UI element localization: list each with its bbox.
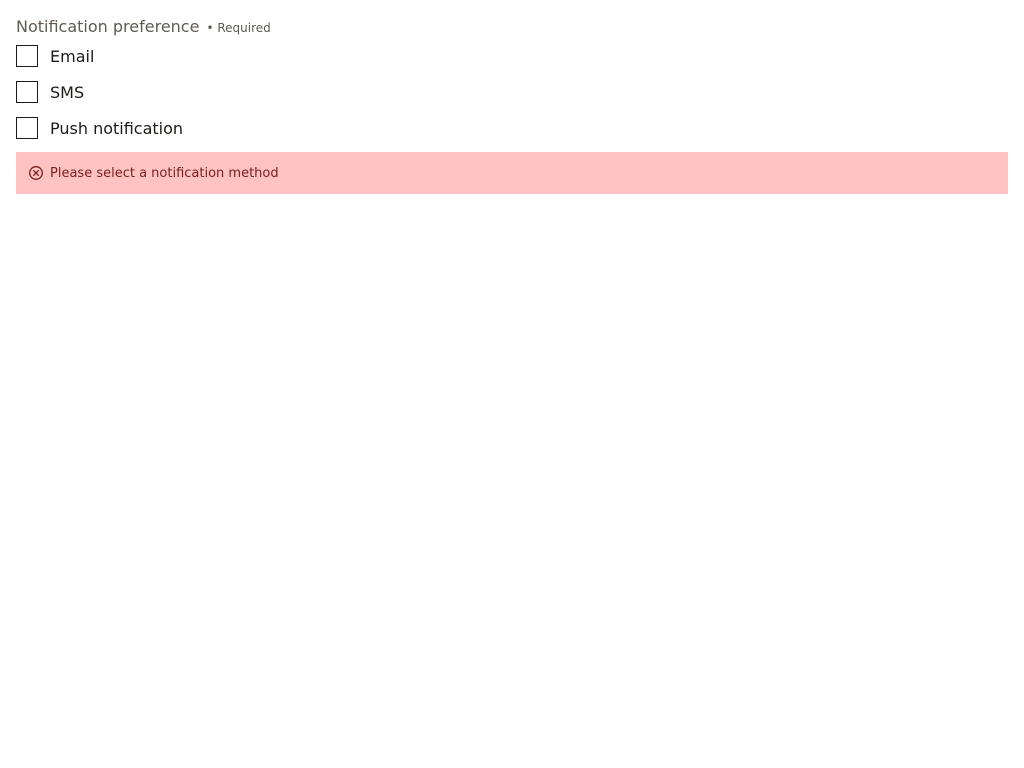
email-checkbox[interactable]	[16, 45, 38, 67]
sms-checkbox[interactable]	[16, 81, 38, 103]
error-circle-x-icon	[28, 165, 44, 181]
notification-preference-fieldset: Notification preference • Required Email…	[16, 16, 1008, 194]
sms-label[interactable]: SMS	[50, 83, 84, 102]
legend-title: Notification preference	[16, 17, 200, 36]
email-label[interactable]: Email	[50, 47, 94, 66]
checkbox-group: Email SMS Push notification	[16, 44, 1008, 140]
fieldset-legend: Notification preference • Required	[16, 16, 1008, 38]
option-email[interactable]: Email	[16, 44, 1008, 68]
error-message-text: Please select a notification method	[50, 165, 279, 181]
required-marker: • Required	[206, 21, 271, 35]
push-notification-checkbox[interactable]	[16, 117, 38, 139]
option-sms[interactable]: SMS	[16, 80, 1008, 104]
error-message-box: Please select a notification method	[16, 152, 1008, 194]
option-push-notification[interactable]: Push notification	[16, 116, 1008, 140]
push-notification-label[interactable]: Push notification	[50, 119, 183, 138]
